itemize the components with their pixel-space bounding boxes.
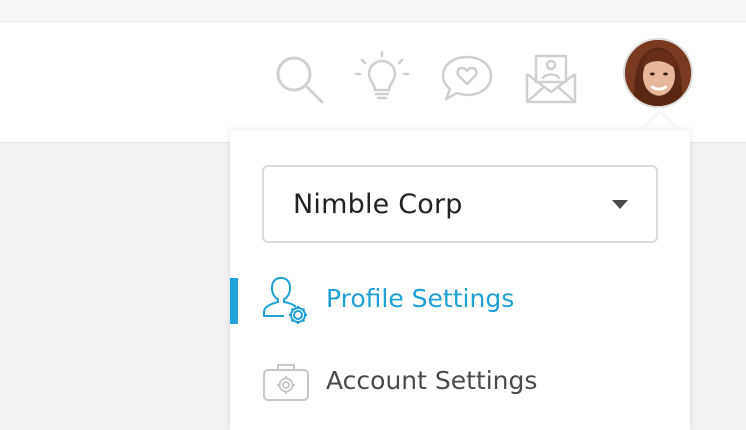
menu-item-label: Profile Settings (326, 284, 515, 313)
menu-item-profile-settings[interactable]: Profile Settings (230, 268, 690, 334)
lightbulb-icon[interactable] (353, 50, 411, 108)
top-strip (0, 0, 746, 22)
search-icon[interactable] (270, 50, 328, 108)
briefcase-gear-icon (260, 356, 312, 408)
user-dropdown-menu: Nimble Corp Profile Settings Account Set… (230, 130, 690, 430)
menu-item-label: Account Settings (326, 366, 538, 395)
profile-settings-icon (260, 274, 312, 326)
chat-heart-icon[interactable] (438, 50, 496, 108)
organization-select[interactable]: Nimble Corp (262, 165, 658, 243)
user-avatar[interactable] (623, 38, 693, 108)
chevron-down-icon (612, 200, 628, 209)
menu-item-account-settings[interactable]: Account Settings (230, 350, 690, 416)
top-header (0, 22, 746, 143)
organization-name: Nimble Corp (293, 189, 463, 220)
contact-envelope-icon[interactable] (522, 50, 580, 108)
active-indicator (230, 278, 238, 324)
